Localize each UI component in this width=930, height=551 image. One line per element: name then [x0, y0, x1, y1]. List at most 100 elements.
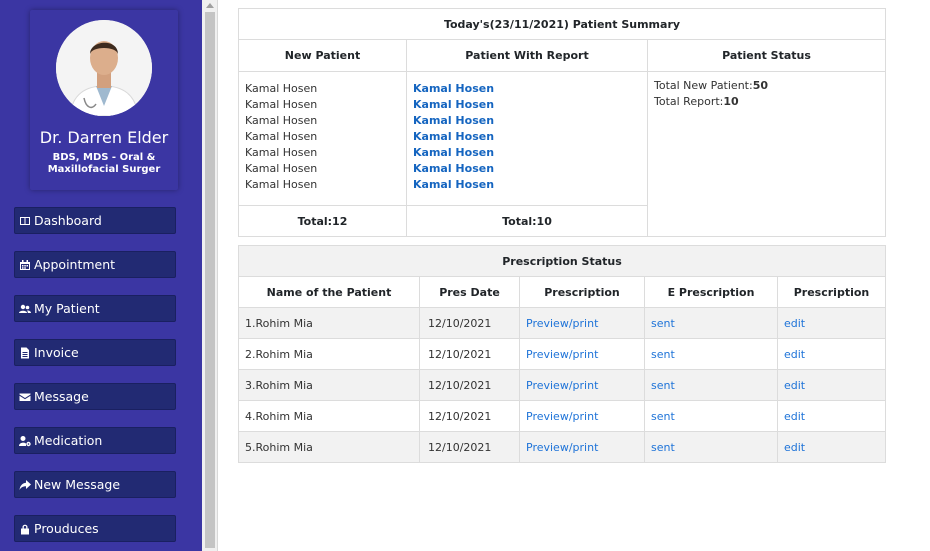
list-item: Kamal Hosen — [245, 114, 318, 127]
e-prescription-cell: sent — [644, 338, 778, 370]
sidebar-item-label: Message — [34, 389, 89, 404]
new-patient-list: Kamal Hosen Kamal Hosen Kamal Hosen Kama… — [238, 71, 407, 206]
sidebar-item-appointment[interactable]: Appointment — [14, 251, 176, 278]
table-row: 3.Rohim Mia 12/10/2021 Preview/print sen… — [238, 369, 886, 401]
doctor-degree: BDS, MDS - Oral & Maxillofacial Surger — [47, 152, 161, 175]
e-prescription-cell: sent — [644, 369, 778, 401]
list-item: Kamal Hosen — [245, 146, 318, 159]
patient-status-cell: Total New Patient:50 Total Report:10 — [647, 71, 886, 237]
sidebar-item-my-patient[interactable]: My Patient — [14, 295, 176, 322]
prescription-title: Prescription Status — [238, 245, 886, 277]
table-row: 2.Rohim Mia 12/10/2021 Preview/print sen… — [238, 338, 886, 370]
sidebar-item-new-message[interactable]: New Message — [14, 471, 176, 498]
e-prescription-cell: sent — [644, 431, 778, 463]
header-e-prescription: E Prescription — [644, 276, 778, 308]
pres-date: 12/10/2021 — [419, 400, 520, 432]
sent-link[interactable]: sent — [651, 317, 675, 330]
preview-link[interactable]: Preview — [526, 317, 569, 330]
sidebar-item-label: My Patient — [34, 301, 100, 316]
scroll-thumb[interactable] — [205, 12, 215, 548]
user-cog-icon — [19, 435, 31, 446]
patient-name: 3.Rohim Mia — [238, 369, 420, 401]
sidebar-item-label: Invoice — [34, 345, 79, 360]
sidebar-item-label: New Message — [34, 477, 121, 492]
sidebar-item-message[interactable]: Message — [14, 383, 176, 410]
avatar[interactable] — [56, 20, 152, 116]
total-new-count: Total:12 — [238, 205, 407, 237]
preview-link[interactable]: Preview — [526, 379, 569, 392]
patient-name: 2.Rohim Mia — [238, 338, 420, 370]
prescription-cell: Preview/print — [519, 369, 645, 401]
calendar-icon — [20, 259, 30, 270]
patient-report-link[interactable]: Kamal Hosen — [413, 129, 641, 145]
patient-report-link[interactable]: Kamal Hosen — [413, 113, 641, 129]
header-prescription-action: Prescription — [777, 276, 886, 308]
prescription-cell: Preview/print — [519, 307, 645, 339]
edit-link[interactable]: edit — [784, 410, 805, 423]
prescription-cell: Preview/print — [519, 431, 645, 463]
print-link[interactable]: print — [573, 441, 599, 454]
sent-link[interactable]: sent — [651, 348, 675, 361]
prescription-cell: Preview/print — [519, 338, 645, 370]
e-prescription-cell: sent — [644, 307, 778, 339]
print-link[interactable]: print — [573, 410, 599, 423]
prescription-status-table: Prescription Status Name of the Patient … — [238, 245, 886, 463]
edit-link[interactable]: edit — [784, 441, 805, 454]
vertical-scrollbar[interactable] — [202, 0, 218, 551]
edit-link[interactable]: edit — [784, 317, 805, 330]
patient-name: 5.Rohim Mia — [238, 431, 420, 463]
action-cell: edit — [777, 400, 886, 432]
scroll-up-arrow-icon[interactable] — [206, 3, 214, 8]
action-cell: edit — [777, 369, 886, 401]
pres-date: 12/10/2021 — [419, 338, 520, 370]
patient-report-link[interactable]: Kamal Hosen — [413, 161, 641, 177]
pres-date: 12/10/2021 — [419, 431, 520, 463]
e-prescription-cell: sent — [644, 400, 778, 432]
patient-report-link[interactable]: Kamal Hosen — [413, 145, 641, 161]
sidebar-item-label: Prouduces — [34, 521, 99, 536]
list-item: Kamal Hosen — [245, 162, 318, 175]
prescription-cell: Preview/print — [519, 400, 645, 432]
patient-report-link[interactable]: Kamal Hosen — [413, 81, 641, 97]
patient-report-link[interactable]: Kamal Hosen — [413, 97, 641, 113]
sent-link[interactable]: sent — [651, 441, 675, 454]
preview-link[interactable]: Preview — [526, 348, 569, 361]
doctor-name: Dr. Darren Elder — [39, 128, 169, 147]
edit-link[interactable]: edit — [784, 379, 805, 392]
sidebar-item-dashboard[interactable]: Dashboard — [14, 207, 176, 234]
action-cell: edit — [777, 431, 886, 463]
total-report-label: Total Report: — [654, 95, 724, 108]
sent-link[interactable]: sent — [651, 410, 675, 423]
patient-report-link[interactable]: Kamal Hosen — [413, 177, 641, 193]
total-new-patient: Total New Patient:50 — [654, 78, 879, 94]
header-pres-date: Pres Date — [419, 276, 520, 308]
total-new-patient-value: 50 — [752, 79, 768, 92]
print-link[interactable]: print — [573, 379, 599, 392]
sidebar-item-label: Appointment — [34, 257, 116, 272]
sidebar-item-label: Medication — [34, 433, 103, 448]
profile-card: Dr. Darren Elder BDS, MDS - Oral & Maxil… — [30, 10, 178, 190]
header-prescription: Prescription — [519, 276, 645, 308]
patient-summary-table: Today's(23/11/2021) Patient Summary New … — [238, 8, 886, 237]
print-link[interactable]: print — [573, 348, 599, 361]
lock-icon — [21, 524, 29, 534]
sent-link[interactable]: sent — [651, 379, 675, 392]
sidebar-item-invoice[interactable]: Invoice — [14, 339, 176, 366]
sidebar-item-label: Dashboard — [34, 213, 102, 228]
print-link[interactable]: print — [573, 317, 599, 330]
preview-link[interactable]: Preview — [526, 441, 569, 454]
sidebar-item-prouduces[interactable]: Prouduces — [14, 515, 176, 542]
sidebar: Dr. Darren Elder BDS, MDS - Oral & Maxil… — [0, 0, 202, 551]
header-patient-status: Patient Status — [647, 39, 886, 72]
total-report: Total Report:10 — [654, 94, 879, 110]
patient-name: 1.Rohim Mia — [238, 307, 420, 339]
edit-link[interactable]: edit — [784, 348, 805, 361]
preview-link[interactable]: Preview — [526, 410, 569, 423]
table-row: 1.Rohim Mia 12/10/2021 Preview/print sen… — [238, 307, 886, 339]
columns-icon — [20, 216, 30, 225]
table-row: 5.Rohim Mia 12/10/2021 Preview/print sen… — [238, 431, 886, 463]
total-report-value: 10 — [723, 95, 739, 108]
envelope-icon — [19, 393, 31, 401]
pres-date: 12/10/2021 — [419, 369, 520, 401]
sidebar-item-medication[interactable]: Medication — [14, 427, 176, 454]
